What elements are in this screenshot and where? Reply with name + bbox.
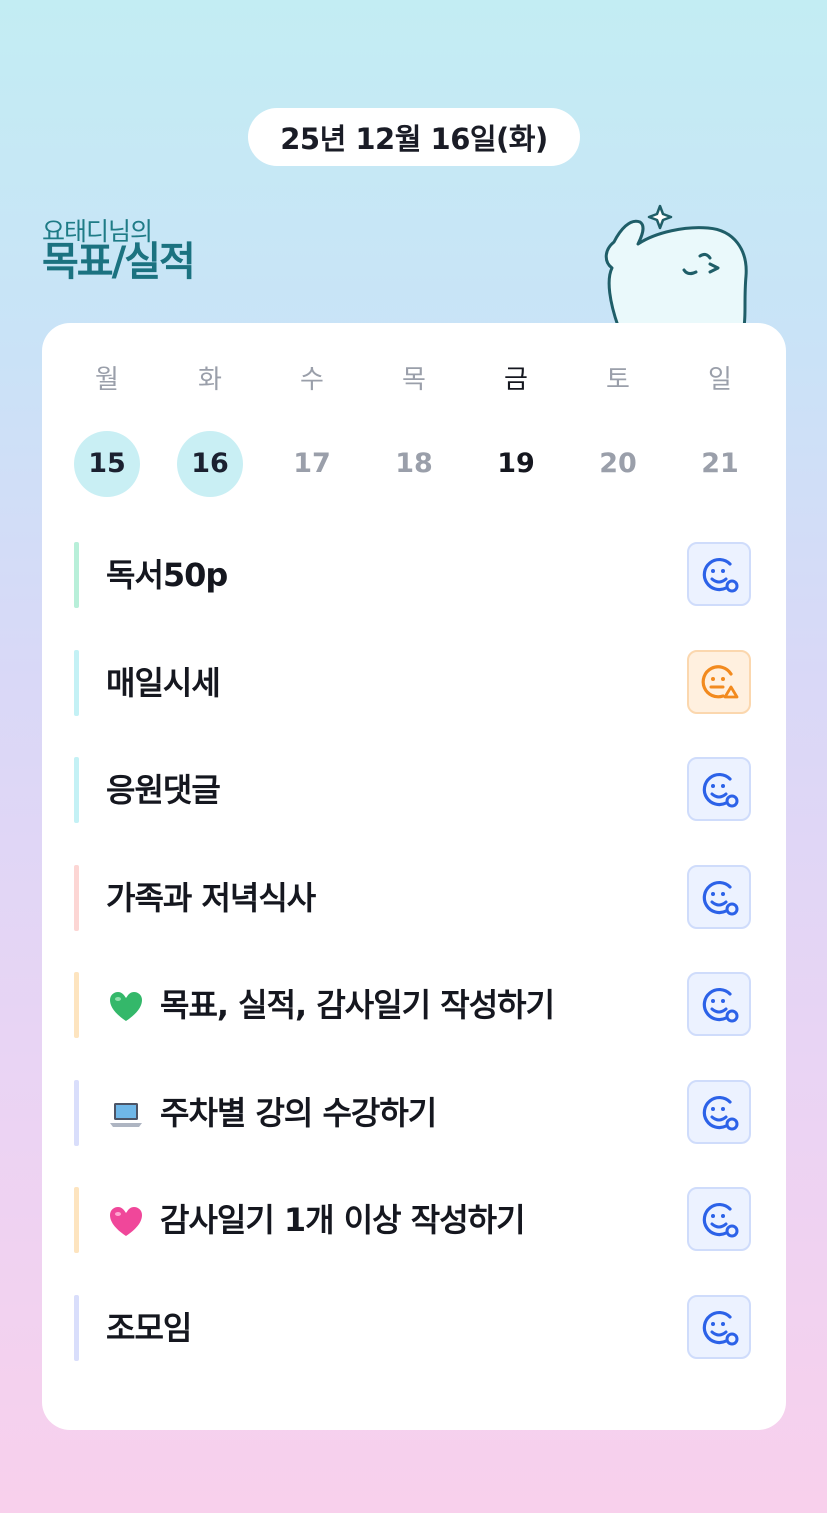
day-label: 수 <box>300 365 324 395</box>
task-text: 응원댓글 <box>106 771 221 809</box>
task-color-bar <box>74 1080 79 1146</box>
date-pill[interactable]: 25년 12월 16일(화) <box>248 108 580 166</box>
goals-card: 월 15 화 16 수 17 목 18 금 19 토 20 일 21 독서50p… <box>42 323 786 1430</box>
page-title: 목표/실적 <box>42 239 196 285</box>
smile-check-icon <box>702 1310 739 1346</box>
smile-check-icon <box>702 1095 739 1131</box>
day-fri[interactable]: 금 19 <box>483 363 549 497</box>
current-date: 25년 12월 16일(화) <box>280 122 548 156</box>
task-color-bar <box>74 972 79 1038</box>
task-text: 매일시세 <box>106 664 221 702</box>
status-button[interactable] <box>687 865 751 929</box>
day-sun[interactable]: 일 21 <box>687 363 753 497</box>
day-label: 일 <box>708 365 732 395</box>
task-text: 조모임 <box>106 1309 192 1347</box>
day-label: 화 <box>198 365 222 395</box>
task-text: 주차별 강의 수강하기 <box>160 1094 437 1132</box>
task-row[interactable]: 응원댓글 <box>74 757 754 825</box>
status-button[interactable] <box>687 1187 751 1251</box>
task-color-bar <box>74 865 79 931</box>
smile-check-icon <box>702 772 739 808</box>
smile-check-icon <box>702 1202 739 1238</box>
task-text: 목표, 실적, 감사일기 작성하기 <box>160 986 555 1024</box>
task-row[interactable]: 주차별 강의 수강하기 <box>74 1080 754 1148</box>
smile-check-icon <box>702 987 739 1023</box>
green-heart-icon <box>110 992 142 1021</box>
task-text: 독서50p <box>106 556 228 594</box>
day-tue[interactable]: 화 16 <box>177 363 243 497</box>
pink-heart-icon <box>110 1207 142 1236</box>
status-button[interactable] <box>687 1295 751 1359</box>
task-color-bar <box>74 650 79 716</box>
status-button[interactable] <box>687 1080 751 1144</box>
mascot-character-icon <box>604 204 748 328</box>
status-button[interactable] <box>687 972 751 1036</box>
task-row[interactable]: 독서50p <box>74 542 754 610</box>
task-color-bar <box>74 1295 79 1361</box>
task-color-bar <box>74 542 79 608</box>
day-sat[interactable]: 토 20 <box>585 363 651 497</box>
day-label: 목 <box>402 365 426 395</box>
task-row[interactable]: 매일시세 <box>74 650 754 718</box>
day-number: 17 <box>293 448 331 479</box>
status-button[interactable] <box>687 757 751 821</box>
smile-check-icon <box>702 880 739 916</box>
day-number: 15 <box>74 431 140 497</box>
day-label: 월 <box>95 365 119 395</box>
status-button[interactable] <box>687 542 751 606</box>
task-text: 가족과 저녁식사 <box>106 879 316 917</box>
task-color-bar <box>74 757 79 823</box>
week-selector: 월 15 화 16 수 17 목 18 금 19 토 20 일 21 <box>42 363 786 497</box>
day-number: 20 <box>599 448 637 479</box>
task-text: 감사일기 1개 이상 작성하기 <box>160 1201 526 1239</box>
day-mon[interactable]: 월 15 <box>74 363 140 497</box>
day-number: 18 <box>395 448 433 479</box>
status-button[interactable] <box>687 650 751 714</box>
day-thu[interactable]: 목 18 <box>381 363 447 497</box>
day-wed[interactable]: 수 17 <box>279 363 345 497</box>
task-row[interactable]: 목표, 실적, 감사일기 작성하기 <box>74 972 754 1040</box>
day-number: 16 <box>177 431 243 497</box>
meh-warning-icon <box>701 665 739 699</box>
day-number: 21 <box>701 448 739 479</box>
task-row[interactable]: 조모임 <box>74 1295 754 1363</box>
laptop-icon <box>110 1103 142 1127</box>
task-color-bar <box>74 1187 79 1253</box>
smile-check-icon <box>702 557 739 593</box>
day-number: 19 <box>497 448 535 479</box>
task-row[interactable]: 가족과 저녁식사 <box>74 865 754 933</box>
task-row[interactable]: 감사일기 1개 이상 작성하기 <box>74 1187 754 1255</box>
day-label: 토 <box>606 365 630 395</box>
day-label: 금 <box>504 365 528 395</box>
